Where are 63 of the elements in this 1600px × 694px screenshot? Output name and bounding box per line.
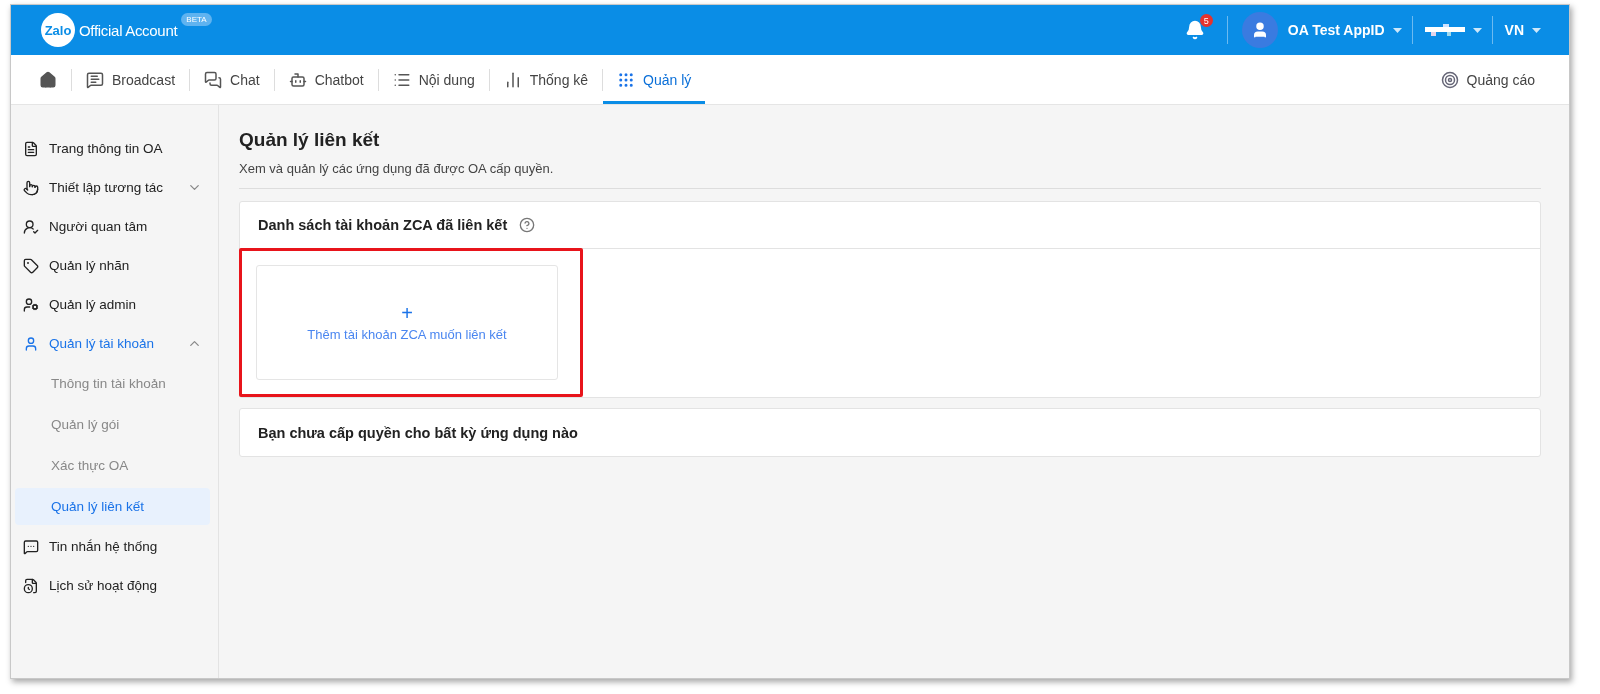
- tab-label: Chat: [230, 71, 260, 88]
- sidebar-item[interactable]: Tin nhắn hệ thống: [15, 527, 210, 566]
- tab-label: Thống kê: [529, 71, 589, 88]
- panel-title: Danh sách tài khoản ZCA đã liên kết: [258, 217, 508, 233]
- grid-dots-icon: [617, 70, 636, 89]
- tab-label: Nội dung: [418, 71, 475, 88]
- product-name: Official Account: [79, 21, 178, 39]
- document-icon: [23, 140, 39, 157]
- beta-badge: BETA: [181, 12, 212, 26]
- sidebar-item[interactable]: Thiết lập tương tác: [15, 168, 210, 207]
- robot-icon: [288, 70, 307, 89]
- panel-title: Bạn chưa cấp quyền cho bất kỳ ứng dụng nào: [258, 424, 578, 441]
- sidebar-label: Quản lý nhãn: [49, 258, 131, 273]
- notification-badge: 5: [1199, 14, 1213, 27]
- sidebar-item[interactable]: Trang thông tin OA: [15, 129, 210, 168]
- document-clock-icon: [23, 577, 39, 594]
- ads-link[interactable]: Quảng cáo: [1426, 55, 1549, 104]
- sidebar-label: Tin nhắn hệ thống: [49, 539, 159, 554]
- pixel-logo-icon[interactable]: [1424, 24, 1465, 36]
- sidebar-label: Quản lý admin: [49, 297, 138, 312]
- sidebar-label: Thiết lập tương tác: [49, 180, 164, 195]
- target-icon: [1440, 70, 1459, 89]
- chat-bubble-icon: [23, 538, 39, 555]
- caret-icon: [1532, 27, 1541, 33]
- user-check-icon: [23, 218, 39, 235]
- sidebar-item[interactable]: Quản lý tài khoản: [15, 324, 210, 363]
- user-icon: [23, 335, 39, 352]
- hand-pointer-icon: [23, 179, 39, 196]
- add-account-card[interactable]: + Thêm tài khoản ZCA muốn liên kết: [256, 265, 558, 380]
- sidebar-item[interactable]: Quản lý admin: [15, 285, 210, 324]
- avatar[interactable]: [1241, 12, 1278, 48]
- caret-icon: [1392, 27, 1402, 33]
- account-name[interactable]: OA Test AppID: [1287, 22, 1385, 38]
- sidebar-item[interactable]: Người quan tâm: [15, 207, 210, 246]
- logo[interactable]: Zalo: [41, 13, 75, 47]
- tab-label: Chatbot: [314, 71, 364, 88]
- chat-bubble-icon: [86, 70, 104, 89]
- home-icon: [39, 70, 57, 89]
- tab-label: Quản lý: [643, 71, 692, 88]
- sidebar-item[interactable]: Quản lý nhãn: [15, 246, 210, 285]
- page-title: Quản lý liên kết: [239, 129, 381, 151]
- sidebar-item[interactable]: Lịch sử hoạt động: [15, 566, 210, 605]
- nav-tab[interactable]: Chat: [190, 55, 274, 104]
- nav-tab[interactable]: Quản lý: [603, 55, 706, 104]
- nav-tab[interactable]: Chatbot: [274, 55, 378, 104]
- tag-icon: [23, 257, 39, 274]
- sidebar-label: Quản lý tài khoản: [49, 336, 156, 351]
- sidebar-label: Trang thông tin OA: [49, 141, 164, 156]
- notification-icon[interactable]: [1184, 20, 1205, 40]
- caret-icon: [1472, 27, 1482, 33]
- page-subtitle: Xem và quản lý các ứng dụng đã được OA cấp quyền.: [239, 161, 555, 176]
- chat-bubbles-icon: [204, 70, 223, 89]
- user-gear-icon: [23, 296, 39, 313]
- nav-tab[interactable]: Broadcast: [72, 55, 190, 104]
- nav-tab[interactable]: Nội dung: [378, 55, 489, 104]
- nav-tab[interactable]: Thống kê: [489, 55, 603, 104]
- language-selector[interactable]: VN: [1504, 22, 1524, 38]
- sidebar-subitem[interactable]: Quản lý liên kết: [15, 488, 210, 525]
- sidebar-label: Người quan tâm: [49, 219, 149, 234]
- sidebar-label: Lịch sử hoạt động: [49, 578, 159, 593]
- ads-label: Quảng cáo: [1466, 71, 1535, 88]
- help-icon[interactable]: [519, 217, 536, 233]
- tab-label: Broadcast: [112, 71, 176, 88]
